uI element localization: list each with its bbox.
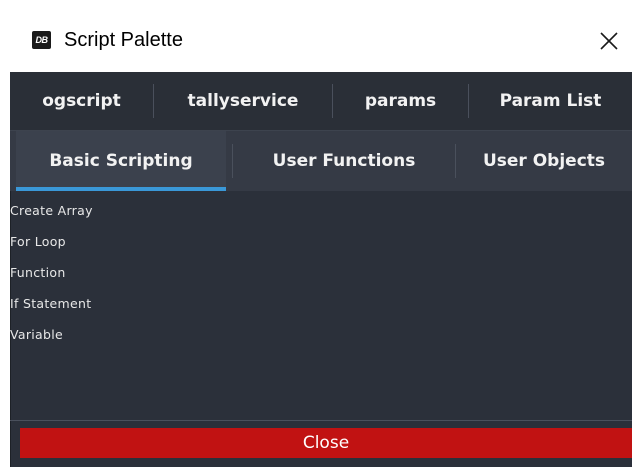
list-item[interactable]: Variable (10, 324, 210, 346)
palette-panel: ogscript tallyservice params Param List … (10, 72, 632, 467)
close-icon (600, 32, 618, 50)
app-logo-icon: DB (32, 31, 51, 49)
script-palette-window: DB Script Palette ogscript tallyservice … (10, 0, 632, 467)
tab-label: params (364, 91, 437, 111)
tab-label: User Objects (482, 151, 606, 171)
close-button[interactable]: Close (20, 428, 632, 458)
footer-divider (10, 420, 632, 421)
tab-params[interactable]: params (333, 72, 468, 130)
tab-label: Basic Scripting (49, 151, 193, 171)
category-tab-bar: ogscript tallyservice params Param List (10, 72, 632, 130)
title-bar[interactable]: DB Script Palette (10, 10, 632, 72)
active-tab-indicator (16, 187, 226, 191)
tab-label: tallyservice (187, 91, 299, 111)
tab-label: ogscript (42, 91, 121, 111)
list-item[interactable]: For Loop (10, 231, 210, 253)
tab-label: Param List (499, 91, 602, 111)
tab-label: User Functions (272, 151, 416, 171)
tab-tallyservice[interactable]: tallyservice (154, 72, 332, 130)
tab-user-objects[interactable]: User Objects (456, 131, 632, 191)
list-item[interactable]: Create Array (10, 200, 210, 222)
list-item[interactable]: If Statement (10, 293, 210, 315)
list-item[interactable]: Function (10, 262, 210, 284)
tab-basic-scripting[interactable]: Basic Scripting (16, 131, 226, 191)
tab-param-list[interactable]: Param List (469, 72, 632, 130)
script-tab-bar: Basic Scripting User Functions User Obje… (10, 130, 632, 191)
window-title: Script Palette (64, 29, 183, 51)
window-close-button[interactable] (594, 28, 622, 54)
tab-user-functions[interactable]: User Functions (233, 131, 455, 191)
tab-ogscript[interactable]: ogscript (10, 72, 153, 130)
